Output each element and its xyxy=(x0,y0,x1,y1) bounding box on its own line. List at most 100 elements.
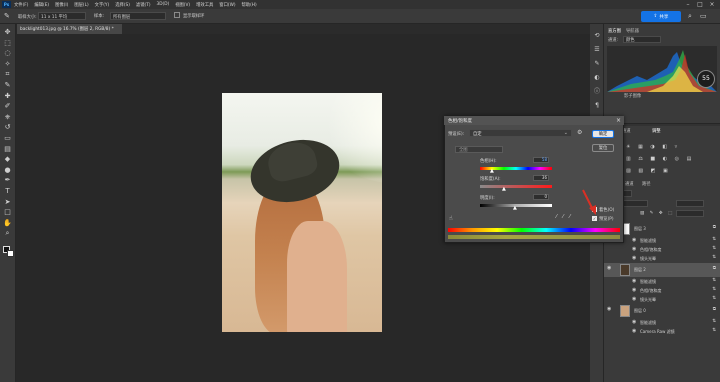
tab-adjustments-panel[interactable]: 调整 xyxy=(652,128,661,134)
opacity-field[interactable] xyxy=(676,200,704,207)
info-panel-icon[interactable]: ⓘ xyxy=(593,88,601,96)
layer-row[interactable]: ◉ 图层 2 ⧉ xyxy=(604,263,720,277)
filter-options-icon[interactable]: ⇅ xyxy=(712,296,716,301)
tab-channels[interactable]: 通道 xyxy=(625,181,634,187)
maximize-icon[interactable]: □ xyxy=(696,1,704,8)
brush-panel-icon[interactable]: ✎ xyxy=(593,60,601,68)
eye-icon[interactable]: ◉ xyxy=(632,319,636,325)
reset-button[interactable]: 复位 xyxy=(592,144,614,152)
adjustment-icons-row-3[interactable]: ▨ ▧ ◩ ▣ xyxy=(626,168,671,174)
document-tab[interactable]: backlight013.jpg @ 16.7% (图层 2, RGB/8) * xyxy=(17,24,122,34)
adjustments-panel-icon[interactable]: ◐ xyxy=(593,74,601,82)
adjustment-icons-row-1[interactable]: ☀ ▦ ◑ ◧ ▿ xyxy=(626,144,680,150)
saturation-value[interactable]: 36 xyxy=(533,175,549,181)
path-select-icon[interactable]: ➤ xyxy=(3,198,12,207)
filter-options-icon[interactable]: ⇅ xyxy=(712,278,716,283)
eye-icon[interactable]: ◉ xyxy=(632,246,636,252)
adjustment-icons-row-2[interactable]: ▥ ⚖ ■ ◐ ◎ ▤ xyxy=(626,156,694,162)
pen-icon[interactable]: ✒ xyxy=(3,176,12,185)
menu-select[interactable]: 选择(S) xyxy=(115,2,130,8)
eye-icon[interactable]: ◉ xyxy=(632,237,636,243)
paragraph-panel-icon[interactable]: ¶ xyxy=(593,102,601,110)
saturation-slider-handle[interactable]: ▲ xyxy=(502,186,506,192)
healing-icon[interactable]: ✚ xyxy=(3,92,12,101)
ok-button[interactable]: 确定 xyxy=(592,130,614,138)
eye-icon[interactable]: ◉ xyxy=(632,278,636,284)
search-icon[interactable]: ⌕ xyxy=(688,12,692,21)
magic-wand-icon[interactable]: ✧ xyxy=(3,60,12,69)
brush-icon[interactable]: ✐ xyxy=(3,102,12,111)
shape-icon[interactable]: □ xyxy=(3,208,12,217)
lightness-value[interactable]: 0 xyxy=(533,194,549,200)
menu-3d[interactable]: 3D(D) xyxy=(157,2,170,7)
tab-navigator[interactable]: 导航器 xyxy=(626,28,639,34)
menu-view[interactable]: 视图(V) xyxy=(175,2,190,8)
saturation-slider-track[interactable] xyxy=(480,185,552,188)
preset-select[interactable]: 自定 ⌄ xyxy=(469,129,572,137)
filter-options-icon[interactable]: ⇅ xyxy=(712,287,716,292)
eye-icon[interactable]: ◉ xyxy=(632,287,636,293)
layer-sub-row[interactable]: ◉ Camera Raw 滤镜 ⇅ xyxy=(604,327,720,337)
tab-histogram[interactable]: 直方图 xyxy=(608,28,621,34)
filter-options-icon[interactable]: ⇅ xyxy=(712,319,716,324)
options-bar xyxy=(0,9,720,24)
smart-object-icon: ⧉ xyxy=(712,225,716,230)
eye-icon[interactable]: ◉ xyxy=(632,296,636,302)
filter-options-icon[interactable]: ⇅ xyxy=(712,255,716,260)
minimize-icon[interactable]: – xyxy=(684,1,692,8)
filter-options-icon[interactable]: ⇅ xyxy=(712,246,716,251)
fill-field[interactable] xyxy=(676,210,704,217)
filter-options-icon[interactable]: ⇅ xyxy=(712,328,716,333)
background-color-swatch[interactable] xyxy=(7,250,14,257)
lasso-icon[interactable]: ◌ xyxy=(3,49,12,58)
histogram-channel-select[interactable]: 颜色 xyxy=(623,36,661,43)
eraser-icon[interactable]: ▭ xyxy=(3,134,12,143)
close-window-icon[interactable]: × xyxy=(708,1,716,8)
eyedropper-icons[interactable]: ⁄ ⁄ ⁄ xyxy=(556,214,572,220)
gradient-icon[interactable]: ▤ xyxy=(3,145,12,154)
targeted-adjustment-icon[interactable]: ☝ xyxy=(449,215,453,222)
menu-help[interactable]: 帮助(H) xyxy=(242,2,257,8)
saturation-label: 饱和度(A): xyxy=(480,177,501,182)
hand-icon[interactable]: ✋ xyxy=(3,219,12,228)
filter-options-icon[interactable]: ⇅ xyxy=(712,237,716,242)
eye-icon[interactable]: ◉ xyxy=(607,265,611,271)
marquee-icon[interactable]: ⬚ xyxy=(3,39,12,48)
hue-value[interactable]: 58 xyxy=(533,157,549,163)
sample-mode-select[interactable]: 所有图层 xyxy=(110,12,166,20)
show-ring-checkbox[interactable] xyxy=(174,12,180,18)
eye-icon[interactable]: ◉ xyxy=(632,328,636,334)
share-button[interactable]: ⇪ 共享 xyxy=(641,11,681,22)
history-brush-icon[interactable]: ↺ xyxy=(3,123,12,132)
sample-size-select[interactable]: 11 x 11 平均 xyxy=(38,12,86,20)
menu-image[interactable]: 图像(I) xyxy=(55,2,68,8)
menu-window[interactable]: 窗口(W) xyxy=(219,2,235,8)
type-icon[interactable]: T xyxy=(3,187,12,196)
menu-plugins[interactable]: 增效工具 xyxy=(196,2,213,8)
channel-select[interactable]: 全图 xyxy=(455,146,503,153)
tab-paths[interactable]: 路径 xyxy=(642,181,651,187)
dodge-icon[interactable]: ● xyxy=(3,166,12,175)
gear-icon[interactable]: ⚙ xyxy=(577,129,582,136)
blur-icon[interactable]: ◆ xyxy=(3,155,12,164)
menu-type[interactable]: 文字(Y) xyxy=(95,2,110,8)
menu-filter[interactable]: 滤镜(T) xyxy=(136,2,151,8)
properties-panel-icon[interactable]: ☰ xyxy=(593,46,601,54)
eye-icon[interactable]: ◉ xyxy=(607,306,611,312)
menu-file[interactable]: 文件(F) xyxy=(14,2,28,8)
layer-row[interactable]: ◉ 图层 0 ⧉ xyxy=(604,304,720,318)
eyedropper-icon[interactable]: ✎ xyxy=(3,81,12,90)
hue-slider-handle[interactable]: ▲ xyxy=(490,168,494,174)
lightness-slider-handle[interactable]: ▲ xyxy=(513,205,517,211)
eyedropper-tool-icon[interactable]: ✎ xyxy=(4,12,10,20)
dialog-close-icon[interactable]: × xyxy=(616,117,621,124)
clone-stamp-icon[interactable]: ⎈ xyxy=(3,113,12,122)
workspace-icon[interactable]: ▭ xyxy=(700,12,707,20)
crop-icon[interactable]: ⌗ xyxy=(3,70,12,79)
move-icon[interactable]: ✥ xyxy=(3,28,12,37)
zoom-icon[interactable]: ⌕ xyxy=(3,229,12,238)
history-panel-icon[interactable]: ⟲ xyxy=(593,32,601,40)
menu-edit[interactable]: 编辑(E) xyxy=(34,2,49,8)
eye-icon[interactable]: ◉ xyxy=(632,255,636,261)
menu-layer[interactable]: 图层(L) xyxy=(74,2,88,8)
